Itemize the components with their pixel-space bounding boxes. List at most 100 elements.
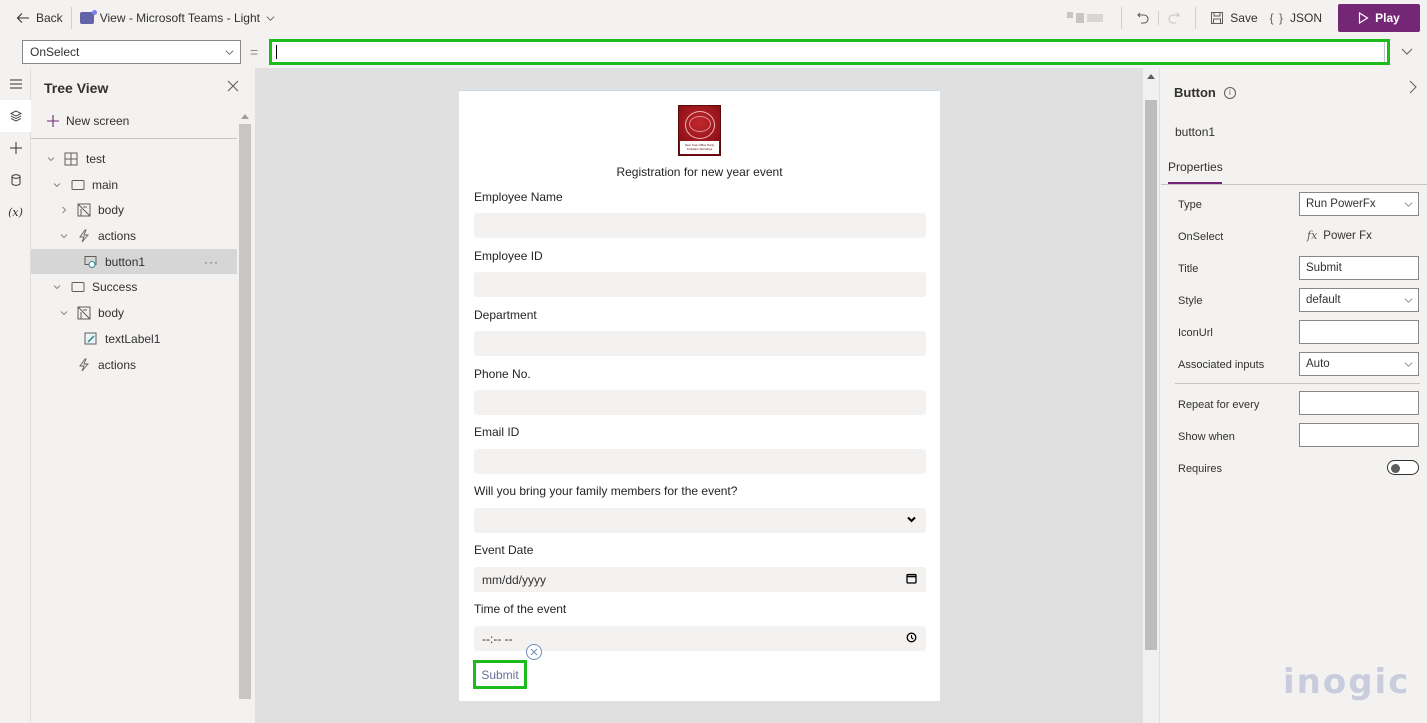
associated-inputs-label: Associated inputs xyxy=(1178,359,1265,371)
event-logo-image: New Year Office Party Invitation Wording… xyxy=(678,105,721,156)
employee-id-input[interactable] xyxy=(474,272,926,297)
tree-node-success[interactable]: Success xyxy=(31,274,237,300)
tree-node-test[interactable]: test xyxy=(31,146,237,172)
logo-caption: New Year Office Party Invitation Wording… xyxy=(680,141,719,154)
requires-toggle[interactable] xyxy=(1387,460,1419,475)
app-title: View - Microsoft Teams - Light xyxy=(99,11,260,25)
submit-label: Submit xyxy=(481,667,519,682)
screen-icon xyxy=(64,152,78,166)
field-label-event-date: Event Date xyxy=(474,543,534,557)
info-icon[interactable]: i xyxy=(1223,86,1236,99)
tree-node-textlabel1[interactable]: textLabel1 xyxy=(31,326,237,352)
scroll-up-arrow-icon[interactable] xyxy=(1147,74,1155,79)
tree-node-button1[interactable]: button1 ··· xyxy=(31,248,237,275)
phone-input[interactable] xyxy=(474,390,926,415)
chevron-down-icon[interactable] xyxy=(60,309,68,317)
style-dropdown[interactable]: default xyxy=(1299,288,1419,312)
event-date-input[interactable]: mm/dd/yyyy xyxy=(474,567,926,592)
close-circle-icon xyxy=(530,648,538,656)
tree-view-button[interactable] xyxy=(0,100,31,132)
tree-node-label: actions xyxy=(98,357,137,372)
redo-button[interactable] xyxy=(1161,11,1187,25)
divider xyxy=(70,7,72,29)
menu-button[interactable] xyxy=(0,68,31,100)
tree-node-label: test xyxy=(86,152,106,166)
tree-node-actions[interactable]: actions xyxy=(31,352,237,378)
scroll-up-arrow-icon[interactable] xyxy=(241,114,249,119)
chevron-down-icon[interactable] xyxy=(60,232,68,240)
variables-icon: (x) xyxy=(8,205,23,219)
variables-button[interactable]: (x) xyxy=(0,196,31,228)
play-button[interactable]: Play xyxy=(1338,4,1420,32)
event-time-input[interactable]: --:-- -- xyxy=(474,626,926,651)
chevron-down-icon[interactable] xyxy=(53,283,61,291)
chevron-down-icon[interactable] xyxy=(53,181,61,189)
show-when-input[interactable] xyxy=(1299,423,1419,447)
tree-node-label: actions xyxy=(98,229,137,244)
hamburger-icon xyxy=(9,79,22,89)
properties-panel: Button i button1 Properties Type Run Pow… xyxy=(1161,68,1427,723)
tab-properties[interactable]: Properties xyxy=(1168,160,1223,174)
scrollbar-thumb[interactable] xyxy=(239,124,251,699)
calendar-icon[interactable] xyxy=(906,573,917,584)
tree-scrollbar[interactable] xyxy=(238,110,252,723)
plus-icon xyxy=(47,115,59,127)
associated-inputs-dropdown[interactable]: Auto xyxy=(1299,352,1419,376)
email-input[interactable] xyxy=(474,449,926,474)
property-selector[interactable]: OnSelect xyxy=(22,40,241,64)
chevron-right-icon[interactable] xyxy=(60,206,68,214)
scrollbar-thumb[interactable] xyxy=(1145,100,1157,650)
chevron-right-icon[interactable] xyxy=(1408,80,1418,94)
clock-icon[interactable] xyxy=(906,632,917,643)
tree-node-body[interactable]: body xyxy=(31,197,237,223)
adaptive-card-preview: New Year Office Party Invitation Wording… xyxy=(459,90,940,701)
label-control-icon xyxy=(84,332,97,345)
remove-element-button[interactable] xyxy=(526,644,542,660)
insert-button[interactable] xyxy=(0,132,31,164)
save-button[interactable]: Save xyxy=(1204,11,1263,25)
close-icon[interactable] xyxy=(227,80,239,92)
undo-button[interactable] xyxy=(1130,11,1156,25)
data-button[interactable] xyxy=(0,164,31,196)
iconurl-input[interactable] xyxy=(1299,320,1419,344)
app-title-dropdown[interactable]: View - Microsoft Teams - Light xyxy=(79,10,275,25)
container-icon xyxy=(71,282,85,293)
onselect-powerfx-button[interactable]: fx Power Fx xyxy=(1307,229,1372,242)
user-avatar-blurred[interactable] xyxy=(1067,11,1105,25)
tree-node-body[interactable]: body xyxy=(31,300,237,326)
design-canvas: New Year Office Party Invitation Wording… xyxy=(255,68,1143,723)
tree-node-actions[interactable]: actions xyxy=(31,223,237,249)
plus-icon xyxy=(9,142,22,154)
json-button[interactable]: { } JSON xyxy=(1264,11,1328,25)
date-placeholder: mm/dd/yyyy xyxy=(482,573,547,587)
employee-name-input[interactable] xyxy=(474,213,926,238)
department-input[interactable] xyxy=(474,331,926,356)
title-input[interactable]: Submit xyxy=(1299,256,1419,280)
form-title: Registration for new year event xyxy=(616,165,783,179)
back-button[interactable]: Back xyxy=(16,11,63,25)
title-label: Title xyxy=(1178,263,1199,275)
expand-formula-icon[interactable] xyxy=(1401,46,1413,56)
play-icon xyxy=(1359,12,1369,24)
tree-node-label: Success xyxy=(92,280,138,295)
type-dropdown[interactable]: Run PowerFx xyxy=(1299,192,1419,216)
canvas-scrollbar[interactable] xyxy=(1143,68,1160,723)
left-rail: (x) xyxy=(0,68,31,723)
play-label: Play xyxy=(1375,11,1400,25)
family-members-select[interactable] xyxy=(474,508,926,533)
onselect-label: OnSelect xyxy=(1178,231,1224,243)
top-bar: Back View - Microsoft Teams - Light Save… xyxy=(0,0,1427,36)
style-label: Style xyxy=(1178,295,1203,307)
field-label-department: Department xyxy=(474,308,537,322)
layers-icon xyxy=(9,110,22,122)
chevron-down-icon[interactable] xyxy=(47,155,55,163)
onselect-value: Power Fx xyxy=(1323,229,1372,242)
new-screen-button[interactable]: New screen xyxy=(46,114,129,128)
more-options-icon[interactable]: ··· xyxy=(204,255,219,269)
submit-button[interactable]: Submit xyxy=(473,660,527,689)
braces-icon: { } xyxy=(1269,11,1284,25)
formula-input[interactable] xyxy=(269,39,1390,65)
repeat-for-every-input[interactable] xyxy=(1299,391,1419,415)
tree-node-main[interactable]: main xyxy=(31,172,237,198)
type-label: Type xyxy=(1178,199,1202,211)
